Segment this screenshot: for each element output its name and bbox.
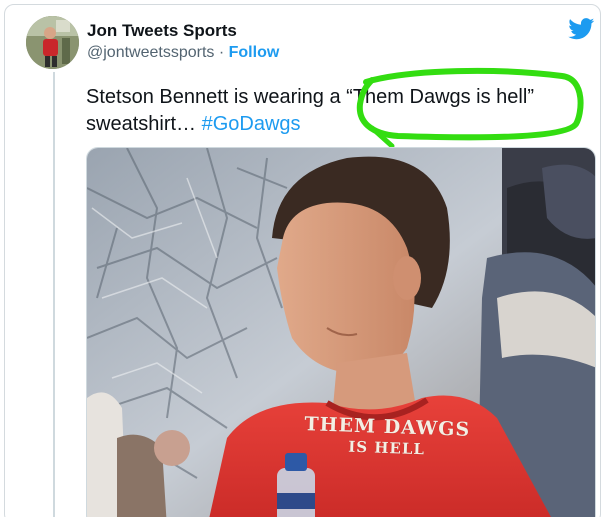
follow-button[interactable]: Follow xyxy=(229,44,280,61)
thread-line xyxy=(53,72,55,517)
author-meta: @jontweetssports · Follow xyxy=(87,44,279,62)
tweet-text: Stetson Bennett is wearing a “Them Dawgs… xyxy=(86,84,596,138)
tweet-card: Jon Tweets Sports @jontweetssports · Fol… xyxy=(0,0,604,517)
tweet-body: Stetson Bennett is wearing a “Them Dawgs… xyxy=(86,86,534,135)
shirt-print: THEM DAWGS IS HELL xyxy=(286,413,487,462)
avatar[interactable] xyxy=(26,16,79,69)
tweet-photo[interactable]: THEM DAWGS IS HELL xyxy=(86,147,596,517)
hashtag-link[interactable]: #GoDawgs xyxy=(202,113,301,135)
meta-separator: · xyxy=(214,44,229,61)
author-name[interactable]: Jon Tweets Sports xyxy=(87,21,237,41)
author-handle[interactable]: @jontweetssports xyxy=(87,44,214,61)
twitter-bird-icon[interactable] xyxy=(568,18,595,40)
